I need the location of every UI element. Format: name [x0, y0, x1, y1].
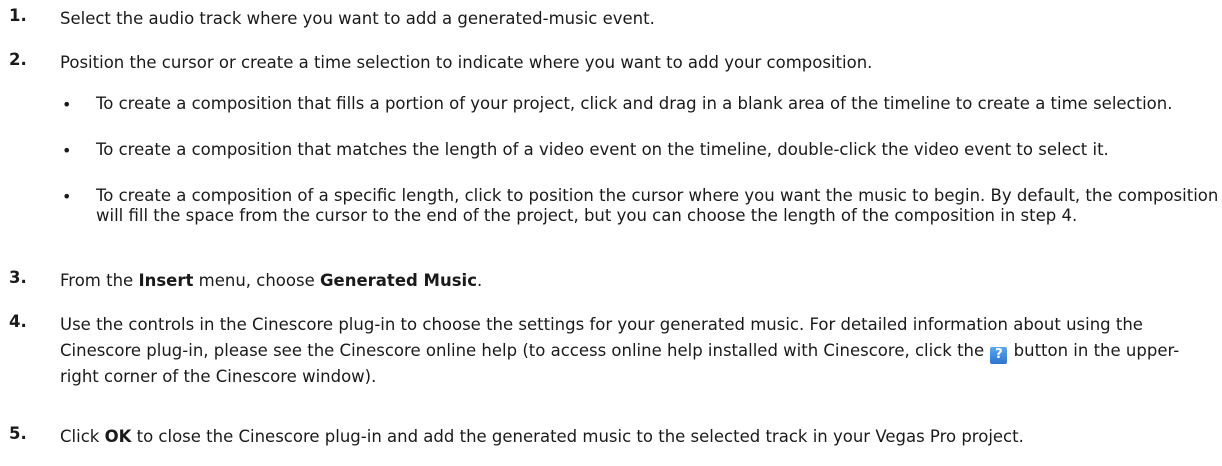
step-number: 1.	[9, 6, 27, 25]
text-run: menu, choose	[193, 271, 320, 290]
bullet-text: To create a composition that matches the…	[96, 140, 1109, 159]
text-run: .	[476, 271, 483, 290]
bullet-marker: •	[62, 95, 72, 114]
step-text: From the Insert menu, choose Generated M…	[60, 268, 1216, 294]
menu-name: Insert	[138, 271, 194, 290]
step-text: Select the audio track where you want to…	[60, 9, 655, 28]
help-question-icon[interactable]: ?	[990, 346, 1008, 364]
step-text: Click OK to close the Cinescore plug-in …	[60, 424, 1216, 450]
text-run: Use the controls in the Cinescore plug-i…	[60, 315, 1143, 360]
step-number: 4.	[9, 312, 27, 331]
bullet-marker: •	[62, 187, 72, 206]
step-number: 5.	[9, 424, 27, 443]
text-run: From the	[60, 271, 139, 290]
bullet-text: To create a composition of a specific le…	[96, 186, 1219, 225]
text-run: Click	[60, 427, 105, 446]
bullet-text: To create a composition that fills a por…	[96, 94, 1173, 113]
ok-button-name: OK	[104, 427, 132, 446]
step-number: 2.	[9, 50, 27, 69]
step-text: Use the controls in the Cinescore plug-i…	[60, 312, 1215, 390]
command-name: Generated Music	[319, 271, 477, 290]
text-run: to close the Cinescore plug-in and add t…	[131, 427, 1024, 446]
step-text: Position the cursor or create a time sel…	[60, 53, 873, 72]
step-number: 3.	[9, 268, 27, 287]
bullet-marker: •	[62, 141, 72, 160]
document-page: 1. Select the audio track where you want…	[0, 0, 1222, 466]
